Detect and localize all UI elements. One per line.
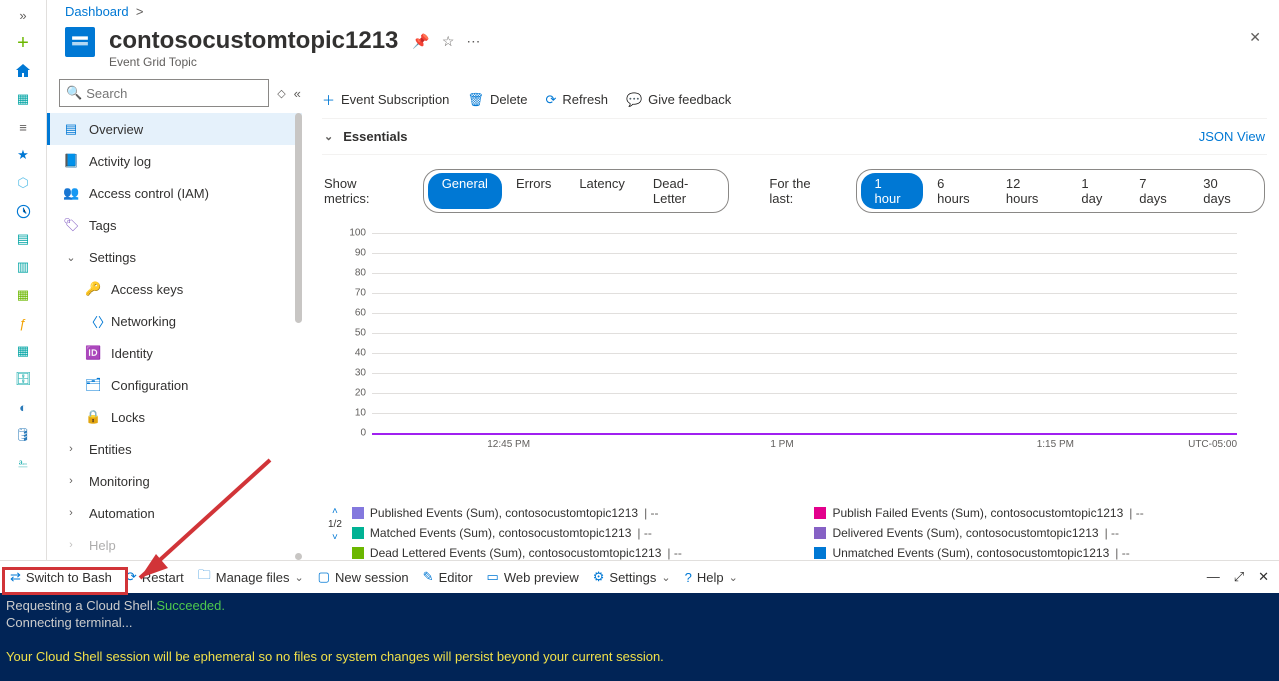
time-range-selector: 1 hour 6 hours 12 hours 1 day 7 days 30 …	[856, 169, 1265, 213]
search-input-wrap: 🔍	[59, 79, 269, 107]
nav-configuration[interactable]: 🗂Configuration	[47, 369, 302, 401]
db1-icon[interactable]: 🗄	[14, 370, 32, 388]
nav-entities[interactable]: ›Entities	[47, 433, 302, 465]
manage-files-button[interactable]: 🗀Manage files ⌄	[198, 566, 304, 588]
apps-icon[interactable]: ▦	[14, 286, 32, 304]
home-icon[interactable]	[14, 62, 32, 80]
nav-activity-log[interactable]: 📘Activity log	[47, 145, 302, 177]
breadcrumb: Dashboard >	[47, 0, 1279, 21]
essentials-label: Essentials	[343, 129, 407, 144]
grid1-icon[interactable]: ▤	[14, 230, 32, 248]
sql-icon[interactable]: 🛢	[14, 426, 32, 444]
nav-settings[interactable]: ⌄Settings	[47, 241, 302, 273]
resource-icon	[65, 27, 95, 57]
nav-identity[interactable]: 🆔Identity	[47, 337, 302, 369]
show-metrics-label: Show metrics:	[324, 176, 403, 206]
dashboard-icon[interactable]: ▦	[14, 90, 32, 108]
breadcrumb-dashboard[interactable]: Dashboard	[65, 4, 129, 19]
legend-pager[interactable]: ˄ 1/2 ˅	[328, 506, 342, 560]
switch-to-bash-button[interactable]: ⇄Switch to Bash	[10, 569, 112, 585]
editor-button[interactable]: ✎Editor	[423, 569, 473, 585]
page-subtitle: Event Grid Topic	[109, 55, 398, 69]
list-icon[interactable]: ≡	[14, 118, 32, 136]
range-12h[interactable]: 12 hours	[992, 173, 1068, 209]
json-view-link[interactable]: JSON View	[1199, 129, 1265, 144]
restart-button[interactable]: ⟳Restart	[126, 569, 184, 585]
star-icon[interactable]: ☆	[442, 33, 455, 50]
delete-button[interactable]: 🗑Delete	[467, 92, 527, 108]
grid3-icon[interactable]: ▦	[14, 342, 32, 360]
more-icon[interactable]: ⋯	[466, 33, 480, 50]
metric-type-selector: General Errors Latency Dead-Letter	[423, 169, 730, 213]
tab-general[interactable]: General	[428, 173, 502, 209]
minimize-icon[interactable]: —	[1207, 569, 1220, 585]
sort-icon[interactable]: ◇	[277, 87, 285, 100]
legend-item[interactable]: Published Events (Sum), contosocustomtop…	[352, 506, 805, 520]
nav-menu: ▤Overview 📘Activity log 👥Access control …	[47, 113, 302, 560]
chevron-down-icon: ˅	[332, 532, 338, 543]
nav-overview[interactable]: ▤Overview	[47, 113, 302, 145]
nav-locks[interactable]: 🔒Locks	[47, 401, 302, 433]
legend-item[interactable]: Matched Events (Sum), contosocustomtopic…	[352, 526, 805, 540]
range-7d[interactable]: 7 days	[1125, 173, 1189, 209]
close-icon[interactable]: ✕	[1249, 29, 1261, 46]
for-last-label: For the last:	[769, 176, 835, 206]
nav-monitoring[interactable]: ›Monitoring	[47, 465, 302, 497]
command-bar: ＋Event Subscription 🗑Delete ⟳Refresh 💬Gi…	[322, 81, 1267, 119]
nav-access-keys[interactable]: 🔑Access keys	[47, 273, 302, 305]
range-1d[interactable]: 1 day	[1067, 173, 1125, 209]
add-icon[interactable]: +	[14, 34, 32, 52]
legend-item[interactable]: Unmatched Events (Sum), contosocustomtop…	[814, 546, 1267, 560]
range-1h[interactable]: 1 hour	[861, 173, 924, 209]
grid2-icon[interactable]: ▥	[14, 258, 32, 276]
shell-toolbar: ⇄Switch to Bash ⟳Restart 🗀Manage files ⌄…	[0, 561, 1279, 593]
cosmos-icon[interactable]: ◐	[14, 398, 32, 416]
range-6h[interactable]: 6 hours	[923, 173, 992, 209]
favorite-icon[interactable]: ★	[14, 146, 32, 164]
cloud-shell: ⇄Switch to Bash ⟳Restart 🗀Manage files ⌄…	[0, 560, 1279, 680]
collapse-icon[interactable]: «	[294, 86, 301, 101]
nav-access-control[interactable]: 👥Access control (IAM)	[47, 177, 302, 209]
nav-networking[interactable]: 〈〉Networking	[47, 305, 302, 337]
event-subscription-button[interactable]: ＋Event Subscription	[322, 90, 449, 109]
shell-help-button[interactable]: ?Help ⌄	[685, 570, 738, 585]
tab-latency[interactable]: Latency	[565, 173, 639, 209]
feedback-button[interactable]: 💬Give feedback	[626, 92, 731, 108]
chevron-up-icon: ˄	[332, 506, 338, 517]
net-icon[interactable]: ⎁	[14, 454, 32, 472]
new-session-button[interactable]: ▢New session	[318, 569, 409, 585]
refresh-button[interactable]: ⟳Refresh	[546, 92, 608, 108]
range-30d[interactable]: 30 days	[1189, 173, 1260, 209]
func-icon[interactable]: ƒ	[14, 314, 32, 332]
pin-icon[interactable]: 📌	[412, 33, 429, 50]
nav-tags[interactable]: 🏷Tags	[47, 209, 302, 241]
search-icon: 🔍	[66, 85, 82, 101]
tab-dead-letter[interactable]: Dead-Letter	[639, 173, 725, 209]
left-rail: » + ▦ ≡ ★ ⬡ ▤ ▥ ▦ ƒ ▦ 🗄 ◐ 🛢 ⎁	[0, 0, 47, 560]
box-icon[interactable]: ⬡	[14, 174, 32, 192]
legend-item[interactable]: Delivered Events (Sum), contosocustomtop…	[814, 526, 1267, 540]
shell-close-icon[interactable]: ✕	[1258, 569, 1269, 585]
page-title: contosocustomtopic1213	[109, 27, 398, 55]
metrics-chart: 010203040506070809010012:45 PM1 PM1:15 P…	[322, 227, 1267, 500]
scrollbar-thumb[interactable]	[295, 113, 302, 323]
essentials-toggle[interactable]: ⌄	[324, 130, 333, 143]
maximize-icon[interactable]: ⤢	[1234, 569, 1244, 585]
nav-automation[interactable]: ›Automation	[47, 497, 302, 529]
tab-errors[interactable]: Errors	[502, 173, 565, 209]
legend-item[interactable]: Dead Lettered Events (Sum), contosocusto…	[352, 546, 805, 560]
expand-icon[interactable]: »	[14, 6, 32, 24]
search-input[interactable]	[86, 86, 262, 101]
web-preview-button[interactable]: ▭Web preview	[487, 569, 579, 585]
legend-item[interactable]: Publish Failed Events (Sum), contosocust…	[814, 506, 1267, 520]
shell-settings-button[interactable]: ⚙Settings ⌄	[593, 569, 671, 585]
nav-help[interactable]: ›Help	[47, 529, 302, 560]
terminal[interactable]: Requesting a Cloud Shell.Succeeded. Conn…	[0, 593, 1279, 681]
clock-icon[interactable]	[14, 202, 32, 220]
